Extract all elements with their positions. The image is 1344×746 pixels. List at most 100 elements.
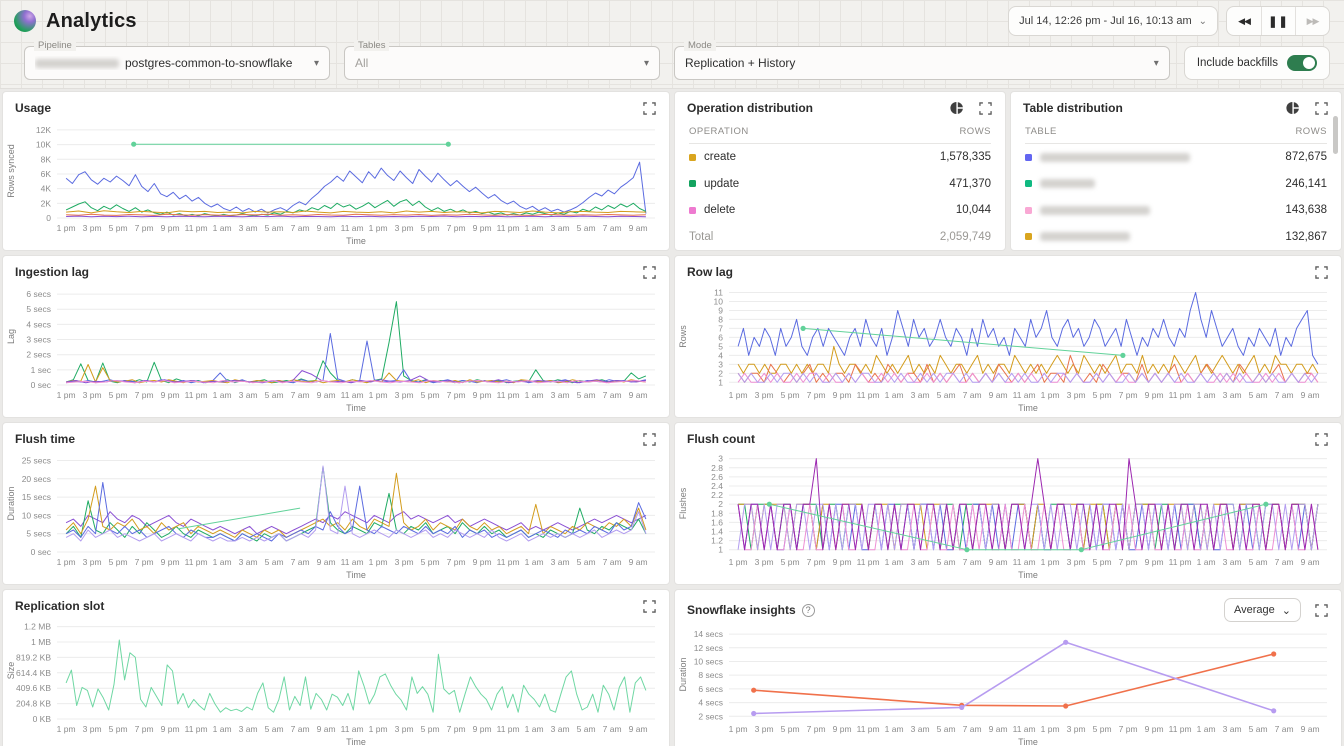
- row-label: update: [704, 178, 949, 190]
- scrollbar-thumb[interactable]: [1333, 116, 1338, 154]
- ingestion-lag-card: Ingestion lag 0 sec1 sec2 secs3 secs4 se…: [2, 255, 670, 418]
- date-range-picker[interactable]: Jul 14, 12:26 pm - Jul 16, 10:13 am ⌄: [1008, 6, 1218, 36]
- series-color-swatch: [689, 180, 696, 187]
- include-backfills-toggle[interactable]: [1287, 55, 1317, 71]
- insight-lavender-marker: [751, 711, 756, 716]
- pipeline-label: Pipeline: [34, 40, 76, 51]
- svg-text:1.4: 1.4: [711, 527, 723, 537]
- svg-text:Rows: Rows: [678, 325, 688, 348]
- expand-icon[interactable]: [641, 100, 657, 116]
- flush-count-chart: 11.21.41.61.822.22.42.62.831 pm3 pm5 pm7…: [677, 449, 1337, 585]
- top-bar: Analytics Jul 14, 12:26 pm - Jul 16, 10:…: [0, 0, 1344, 89]
- series-color-swatch: [1025, 154, 1032, 161]
- pipeline-select[interactable]: Pipeline postgres-common-to-snowflake ▾: [24, 46, 330, 80]
- series-color-swatch: [1025, 207, 1032, 214]
- svg-text:11: 11: [714, 287, 723, 297]
- expand-icon[interactable]: [1313, 602, 1329, 618]
- svg-text:3 am: 3 am: [1223, 557, 1242, 567]
- svg-text:9 pm: 9 pm: [161, 223, 180, 233]
- svg-text:3 pm: 3 pm: [755, 724, 774, 734]
- svg-text:12K: 12K: [36, 125, 51, 135]
- pause-button[interactable]: ❚❚: [1261, 7, 1295, 35]
- row-value: 872,675: [1285, 151, 1327, 163]
- table-body: 872,675246,141143,638132,86784,56765,560…: [1025, 144, 1327, 250]
- svg-text:5 am: 5 am: [577, 724, 596, 734]
- svg-text:9 am: 9 am: [989, 390, 1008, 400]
- lag-blue-line: [66, 334, 646, 383]
- date-range-label: Jul 14, 12:26 pm - Jul 16, 10:13 am: [1019, 15, 1191, 27]
- svg-text:9 pm: 9 pm: [1145, 724, 1164, 734]
- expand-icon[interactable]: [1313, 431, 1329, 447]
- aggregation-select[interactable]: Average ⌄: [1224, 598, 1301, 622]
- column-header-rows: ROWS: [959, 126, 991, 137]
- table-distribution-card: Table distribution TABLE ROWS 872,675246…: [1010, 91, 1342, 251]
- svg-text:1.8: 1.8: [711, 508, 723, 518]
- svg-text:7 am: 7 am: [291, 724, 310, 734]
- expand-icon[interactable]: [641, 264, 657, 280]
- svg-text:5 pm: 5 pm: [421, 557, 440, 567]
- fast-forward-button[interactable]: ▶▶: [1295, 7, 1329, 35]
- expand-icon[interactable]: [977, 100, 993, 116]
- expand-icon[interactable]: [641, 431, 657, 447]
- svg-text:10K: 10K: [36, 140, 51, 150]
- expand-icon[interactable]: [1313, 100, 1329, 116]
- svg-text:7 pm: 7 pm: [135, 390, 154, 400]
- svg-text:3 pm: 3 pm: [1067, 390, 1086, 400]
- pause-icon: ❚❚: [1268, 15, 1288, 28]
- chevron-down-icon: ⌄: [1199, 16, 1207, 27]
- svg-text:9 pm: 9 pm: [1145, 390, 1164, 400]
- svg-text:5 am: 5 am: [937, 724, 956, 734]
- svg-text:Time: Time: [1018, 570, 1038, 580]
- mode-select[interactable]: Mode Replication + History ▾: [674, 46, 1170, 80]
- expand-icon[interactable]: [641, 598, 657, 614]
- dashboard-grid: Usage 02K4K6K8K10K12K1 pm3 pm5 pm7 pm9 p…: [0, 89, 1344, 746]
- svg-text:3 am: 3 am: [1223, 390, 1242, 400]
- svg-text:0 sec: 0 sec: [31, 547, 52, 557]
- svg-text:25 secs: 25 secs: [22, 455, 51, 465]
- svg-text:3 pm: 3 pm: [755, 390, 774, 400]
- svg-text:7 pm: 7 pm: [447, 223, 466, 233]
- insight-lavender-marker: [959, 705, 964, 710]
- expand-icon[interactable]: [1313, 264, 1329, 280]
- table-body: create1,578,335update471,370delete10,044: [689, 144, 991, 224]
- pie-chart-toggle-icon[interactable]: [1285, 100, 1301, 116]
- svg-text:4 secs: 4 secs: [26, 319, 51, 329]
- include-backfills-control[interactable]: Include backfills: [1184, 46, 1330, 80]
- svg-text:409.6 KB: 409.6 KB: [16, 683, 51, 693]
- tables-select[interactable]: Tables All ▾: [344, 46, 660, 80]
- svg-text:5 pm: 5 pm: [1093, 390, 1112, 400]
- svg-text:9 am: 9 am: [317, 390, 336, 400]
- flush-green-line: [66, 467, 646, 541]
- svg-text:11 pm: 11 pm: [497, 724, 520, 734]
- toggle-knob: [1303, 57, 1315, 69]
- svg-text:3 am: 3 am: [551, 223, 570, 233]
- replication-slot-chart: 0 KB204.8 KB409.6 KB614.4 KB819.2 KB1 MB…: [5, 616, 665, 746]
- svg-text:5 pm: 5 pm: [109, 557, 128, 567]
- row-value: 471,370: [949, 178, 991, 190]
- svg-text:1 am: 1 am: [213, 223, 232, 233]
- svg-text:7 am: 7 am: [603, 724, 622, 734]
- svg-text:5 pm: 5 pm: [781, 390, 800, 400]
- redacted-table-name: [1040, 153, 1190, 162]
- svg-text:2 secs: 2 secs: [26, 350, 51, 360]
- chevron-down-icon: ▾: [1154, 58, 1159, 69]
- svg-text:1: 1: [718, 377, 723, 387]
- svg-text:5 pm: 5 pm: [781, 724, 800, 734]
- svg-text:3 pm: 3 pm: [1067, 724, 1086, 734]
- count-trend-mint-marker: [1263, 502, 1268, 507]
- rewind-button[interactable]: ◀◀: [1227, 7, 1261, 35]
- total-value: 2,059,749: [940, 231, 991, 243]
- svg-text:9 am: 9 am: [629, 223, 648, 233]
- svg-text:9 pm: 9 pm: [161, 390, 180, 400]
- svg-text:11 pm: 11 pm: [857, 724, 880, 734]
- svg-text:Time: Time: [346, 737, 366, 746]
- svg-text:9 am: 9 am: [989, 557, 1008, 567]
- help-icon[interactable]: ?: [802, 604, 815, 617]
- svg-text:7 pm: 7 pm: [135, 557, 154, 567]
- svg-text:3 pm: 3 pm: [1067, 557, 1086, 567]
- svg-text:9 am: 9 am: [317, 724, 336, 734]
- svg-text:1: 1: [718, 545, 723, 555]
- svg-text:5 pm: 5 pm: [1093, 724, 1112, 734]
- svg-text:7 am: 7 am: [1275, 390, 1294, 400]
- pie-chart-toggle-icon[interactable]: [949, 100, 965, 116]
